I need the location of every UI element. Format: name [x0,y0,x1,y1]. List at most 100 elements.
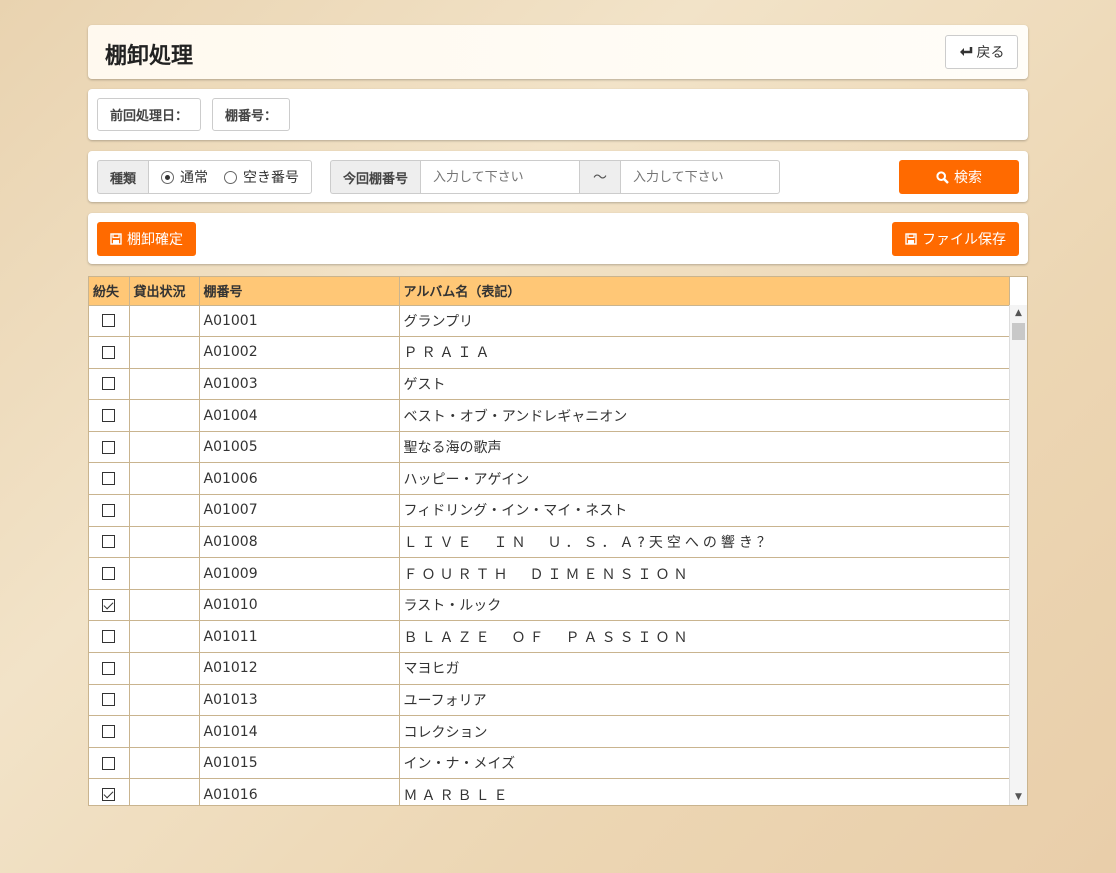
album-name-cell: ＬＩＶＥ ＩＮ Ｕ．Ｓ．Ａ?天空への響き？ [399,526,1010,559]
radio-normal[interactable] [161,170,175,184]
loan-status-cell [129,305,200,338]
album-name-cell: マヨヒガ [399,652,1010,685]
lost-checkbox[interactable] [102,567,116,581]
lost-cell [89,462,130,496]
lost-checkbox[interactable] [102,693,116,707]
scrollbar-thumb[interactable] [1012,323,1025,340]
scroll-up-icon[interactable]: ▲ [1010,305,1027,321]
scrollbar-corner [1009,277,1027,305]
file-save-label: ファイル保存 [922,232,1006,248]
shelf-from-input[interactable] [420,160,581,194]
lost-cell [89,557,130,590]
shelf-number-cell: A01001 [199,305,400,338]
shelf-number-cell: A01011 [199,620,400,654]
table-row[interactable]: A01011 ＢＬＡＺＥ ＯＦ ＰＡＳＳＩＯＮ [89,620,1010,654]
table-row[interactable]: A01008 ＬＩＶＥ ＩＮ Ｕ．Ｓ．Ａ?天空への響き？ [89,526,1010,559]
lost-checkbox[interactable] [102,788,116,802]
table-row[interactable]: A01014 コレクション [89,715,1010,748]
title-panel: 棚卸処理 戻る [88,25,1028,79]
album-name-cell: 聖なる海の歌声 [399,431,1010,464]
lost-checkbox[interactable] [102,598,116,612]
save-icon [110,233,122,245]
col-album-name[interactable]: アルバム名（表記） [399,277,1010,306]
shelf-number-cell: A01015 [199,747,400,780]
shelf-number-cell: A01002 [199,336,400,369]
album-name-cell: ＭＡＲＢＬＥ [399,778,1010,805]
info-panel: 前回処理日： 棚番号： [88,89,1028,140]
loan-status-cell [129,526,200,559]
lost-checkbox[interactable] [102,630,116,644]
album-name-cell: ＦＯＵＲＴＨ ＤＩＭＥＮＳＩＯＮ [399,557,1010,590]
lost-checkbox[interactable] [102,535,116,549]
confirm-inventory-button[interactable]: 棚卸確定 [97,222,196,256]
lost-cell [89,652,130,685]
table-row[interactable]: A01010 ラスト・ルック [89,589,1010,622]
album-name-cell: ＢＬＡＺＥ ＯＦ ＰＡＳＳＩＯＮ [399,620,1010,654]
file-save-button[interactable]: ファイル保存 [892,222,1019,256]
shelf-number-cell: A01007 [199,494,400,527]
radio-empty-label: 空き番号 [243,170,300,186]
loan-status-cell [129,715,200,748]
table-row[interactable]: A01003 ゲスト [89,368,1010,401]
shelf-number-cell: A01014 [199,715,400,748]
lost-checkbox[interactable] [102,377,116,391]
loan-status-cell [129,431,200,464]
type-label: 種類 [97,160,149,194]
search-panel: 種類 通常 空き番号 今回棚番号 ～ 検索 [88,151,1028,202]
col-lost[interactable]: 紛失 [89,277,130,306]
lost-checkbox[interactable] [102,725,116,739]
loan-status-cell [129,620,200,654]
table-row[interactable]: A01002 ＰＲＡＩＡ [89,336,1010,369]
lost-cell [89,399,130,432]
loan-status-cell [129,336,200,369]
scroll-down-icon[interactable]: ▼ [1010,789,1027,805]
lost-checkbox[interactable] [102,409,116,423]
lost-cell [89,620,130,654]
lost-checkbox[interactable] [102,472,116,486]
album-name-cell: ラスト・ルック [399,589,1010,622]
loan-status-cell [129,778,200,805]
lost-checkbox[interactable] [102,756,116,770]
table-scrollbar[interactable]: ▲ ▼ [1009,305,1027,805]
loan-status-cell [129,399,200,432]
table-row[interactable]: A01016 ＭＡＲＢＬＥ [89,778,1010,805]
shelf-number-cell: A01004 [199,399,400,432]
table-row[interactable]: A01005 聖なる海の歌声 [89,431,1010,464]
lost-cell [89,778,130,805]
col-shelf-number[interactable]: 棚番号 [199,277,400,306]
lost-cell [89,336,130,369]
loan-status-cell [129,589,200,622]
shelf-number-cell: A01005 [199,431,400,464]
lost-cell [89,368,130,401]
shelf-number-cell: A01010 [199,589,400,622]
table-row[interactable]: A01015 イン・ナ・メイズ [89,747,1010,780]
search-button-label: 検索 [954,170,982,186]
loan-status-cell [129,462,200,496]
table-row[interactable]: A01004 ベスト・オブ・アンドレギャニオン [89,399,1010,432]
lost-checkbox[interactable] [102,314,116,328]
shelf-number-cell: A01016 [199,778,400,805]
table-row[interactable]: A01012 マヨヒガ [89,652,1010,685]
table-row[interactable]: A01001 グランプリ [89,305,1010,338]
table-row[interactable]: A01013 ユーフォリア [89,684,1010,717]
radio-normal-label: 通常 [180,170,209,186]
album-name-cell: ハッピー・アゲイン [399,462,1010,496]
table-header-row: 紛失 貸出状況 棚番号 アルバム名（表記） [89,277,1010,306]
shelf-number-cell: A01003 [199,368,400,401]
confirm-inventory-label: 棚卸確定 [127,232,183,248]
lost-checkbox[interactable] [102,345,116,359]
back-button[interactable]: 戻る [945,35,1018,69]
lost-checkbox[interactable] [102,440,116,454]
lost-checkbox[interactable] [102,503,116,517]
type-radios: 通常 空き番号 [148,160,313,194]
table-row[interactable]: A01009 ＦＯＵＲＴＨ ＤＩＭＥＮＳＩＯＮ [89,557,1010,590]
col-loan-status[interactable]: 貸出状況 [129,277,200,306]
table-row[interactable]: A01007 フィドリング・イン・マイ・ネスト [89,494,1010,527]
shelf-number-info: 棚番号： [212,98,291,131]
shelf-to-input[interactable] [620,160,781,194]
search-button[interactable]: 検索 [899,160,1019,194]
album-name-cell: ゲスト [399,368,1010,401]
lost-checkbox[interactable] [102,661,116,675]
radio-empty-number[interactable] [224,170,238,184]
table-row[interactable]: A01006 ハッピー・アゲイン [89,462,1010,496]
